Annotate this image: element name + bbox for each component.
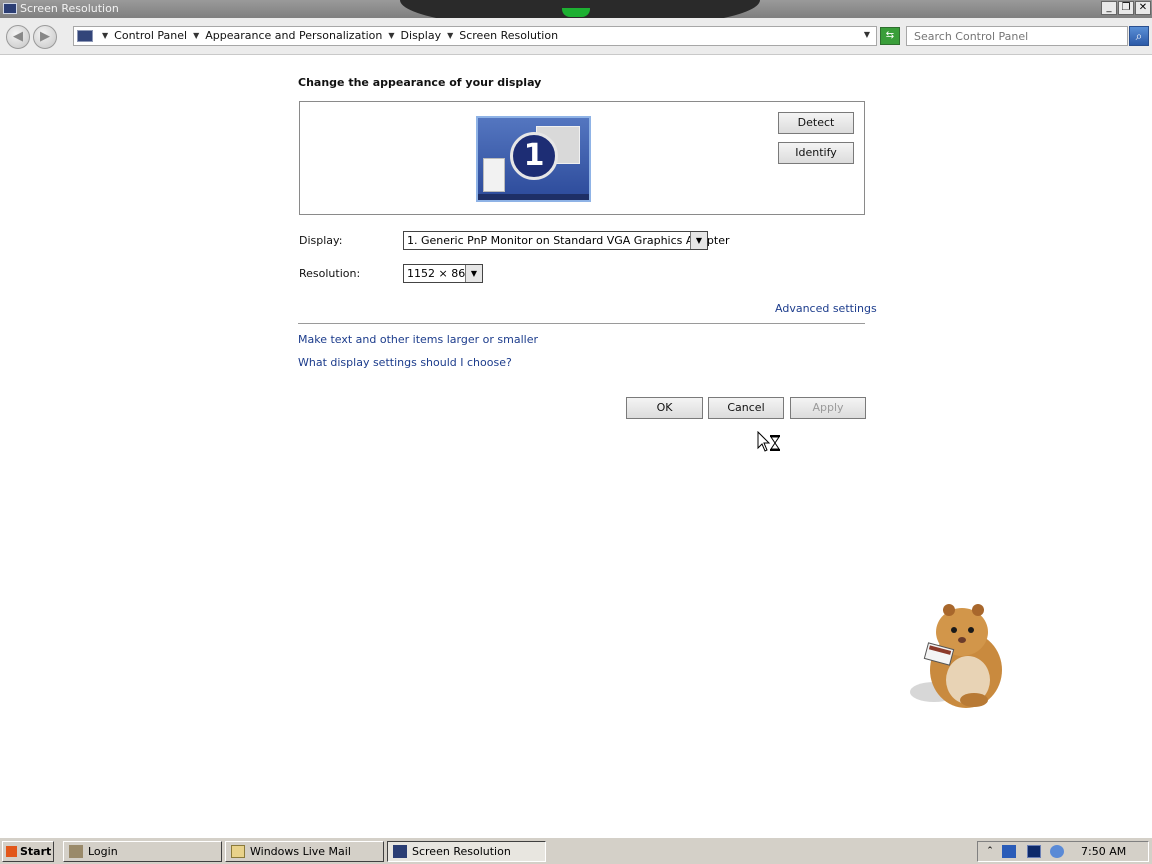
monitor-thumbnail[interactable]: 1: [476, 116, 591, 202]
hourglass-cursor-icon: [757, 431, 780, 452]
login-app-icon: [69, 845, 83, 858]
identify-button[interactable]: Identify: [778, 142, 854, 164]
start-button[interactable]: Start: [2, 841, 54, 862]
chevron-down-icon[interactable]: ▼: [690, 232, 707, 249]
cancel-button[interactable]: Cancel: [708, 397, 784, 419]
text-size-link[interactable]: Make text and other items larger or smal…: [298, 333, 538, 346]
taskbar: Start Login Windows Live Mail Screen Res…: [0, 837, 1152, 864]
window-controls: _ ❐ ✕: [1101, 1, 1151, 15]
start-label: Start: [20, 845, 52, 858]
monitor-icon: [77, 30, 93, 42]
chevron-down-icon[interactable]: ▼: [388, 31, 394, 40]
network-icon[interactable]: [1002, 845, 1016, 858]
taskbar-item-login[interactable]: Login: [63, 841, 222, 862]
search-box[interactable]: [906, 26, 1128, 46]
monitor-number: 1: [510, 132, 558, 180]
minimize-button[interactable]: _: [1101, 1, 1117, 15]
taskbar-item-label: Login: [88, 845, 118, 858]
chevron-down-icon[interactable]: ▼: [102, 31, 108, 40]
mail-icon: [231, 845, 245, 858]
monitor-icon: [3, 3, 17, 14]
address-dropdown-icon[interactable]: ▼: [864, 30, 870, 39]
breadcrumb-item[interactable]: Appearance and Personalization: [205, 29, 382, 42]
divider: [298, 323, 865, 324]
display-label: Display:: [299, 234, 343, 247]
taskbar-item-screen-resolution[interactable]: Screen Resolution: [387, 841, 546, 862]
volume-icon[interactable]: [1050, 845, 1064, 858]
resolution-label: Resolution:: [299, 267, 361, 280]
forward-icon: ▶: [40, 29, 50, 44]
monitor-panel: 1 Detect Identify: [299, 101, 865, 215]
navigation-bar: ◀ ▶ ▼ Control Panel ▼ Appearance and Per…: [0, 18, 1152, 55]
thumbnail-window: [483, 158, 505, 192]
breadcrumb: ▼ Control Panel ▼ Appearance and Persona…: [96, 29, 558, 42]
display-help-link[interactable]: What display settings should I choose?: [298, 356, 512, 369]
refresh-icon: ⇆: [885, 30, 895, 41]
back-button[interactable]: ◀: [6, 25, 30, 49]
thumbnail-taskbar: [478, 194, 589, 200]
breadcrumb-item[interactable]: Display: [401, 29, 442, 42]
forward-button[interactable]: ▶: [33, 25, 57, 49]
hamster-mascot: [910, 604, 1002, 708]
title-bar: Screen Resolution _ ❐ ✕: [0, 0, 1152, 30]
display-select-value: 1. Generic PnP Monitor on Standard VGA G…: [407, 234, 730, 247]
system-tray: ⌃ 7:50 AM: [977, 841, 1149, 862]
advanced-settings-link[interactable]: Advanced settings: [775, 302, 877, 315]
windows-logo-icon: [6, 846, 17, 857]
display-tray-icon[interactable]: [1027, 845, 1041, 858]
ok-button[interactable]: OK: [626, 397, 703, 419]
chevron-down-icon[interactable]: ▼: [193, 31, 199, 40]
restore-button[interactable]: ❐: [1118, 1, 1134, 15]
breadcrumb-item[interactable]: Screen Resolution: [459, 29, 558, 42]
breadcrumb-item[interactable]: Control Panel: [114, 29, 187, 42]
window-title: Screen Resolution: [20, 2, 119, 15]
page-title: Change the appearance of your display: [298, 76, 542, 89]
taskbar-item-label: Windows Live Mail: [250, 845, 351, 858]
show-hidden-icons-icon[interactable]: ⌃: [983, 845, 997, 858]
back-icon: ◀: [13, 29, 23, 44]
resolution-select[interactable]: 1152 × 864 ▼: [403, 264, 483, 283]
apply-button: Apply: [790, 397, 866, 419]
display-select[interactable]: 1. Generic PnP Monitor on Standard VGA G…: [403, 231, 730, 250]
taskbar-item-label: Screen Resolution: [412, 845, 511, 858]
detect-button[interactable]: Detect: [778, 112, 854, 134]
address-bar[interactable]: ▼ Control Panel ▼ Appearance and Persona…: [73, 26, 877, 46]
close-button[interactable]: ✕: [1135, 1, 1151, 15]
monitor-icon: [393, 845, 407, 858]
taskbar-item-windows-live-mail[interactable]: Windows Live Mail: [225, 841, 384, 862]
chevron-down-icon[interactable]: ▼: [465, 265, 482, 282]
clock[interactable]: 7:50 AM: [1081, 845, 1126, 858]
resolution-select-value: 1152 × 864: [407, 267, 473, 280]
chevron-down-icon[interactable]: ▼: [447, 31, 453, 40]
search-input[interactable]: [907, 27, 1127, 45]
search-button[interactable]: ⌕: [1129, 26, 1149, 46]
search-icon: ⌕: [1135, 29, 1143, 43]
refresh-button[interactable]: ⇆: [880, 27, 900, 45]
title-decoration-light: [562, 8, 590, 17]
